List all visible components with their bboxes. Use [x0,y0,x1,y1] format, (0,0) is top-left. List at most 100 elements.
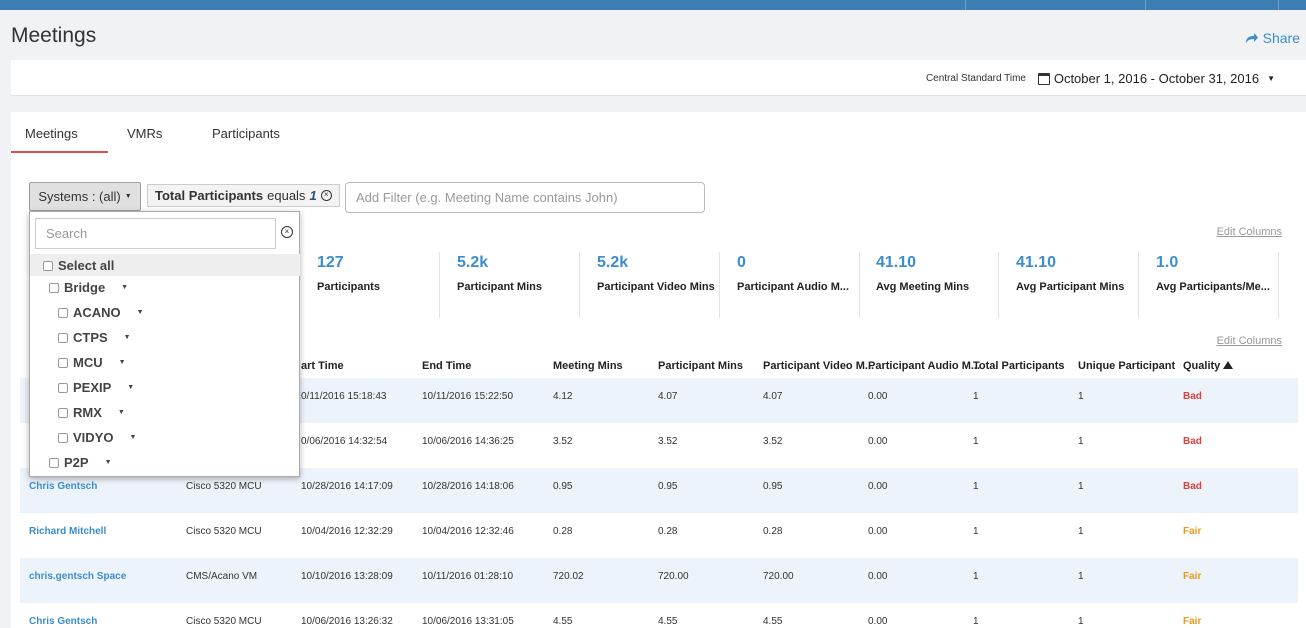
checkbox[interactable] [58,357,68,368]
option-ctps[interactable]: CTPS ▼ [58,330,131,345]
option-label: Bridge [64,280,106,295]
stat-avg-meeting-mins: 41.10 Avg Meeting Mins [859,252,999,318]
filter-chip[interactable]: Total Participants equals 1 × [147,184,340,207]
cell-audio-mins: 0.00 [868,436,888,447]
stat-value: 127 [317,254,344,271]
checkbox[interactable] [58,332,68,343]
systems-filter-button[interactable]: Systems : (all) ▼ [29,182,141,211]
option-acano[interactable]: ACANO ▼ [58,305,144,320]
filter-chip-op: equals [267,188,306,203]
cell-unique: 1 [1078,436,1084,447]
cell-start: 0/11/2016 15:18:43 [301,391,387,402]
edit-columns-link-table[interactable]: Edit Columns [1217,335,1282,347]
tab-meetings[interactable]: Meetings [25,126,78,141]
stat-value: 1.0 [1156,254,1179,271]
caret-down-icon[interactable]: ▼ [124,334,131,341]
stat-participant-mins: 5.2k Participant Mins [440,252,580,318]
tab-bar: Meetings VMRs Participants [11,112,1306,154]
cell-participant-mins: 720.00 [658,571,689,582]
cell-total: 1 [973,391,979,402]
checkbox[interactable] [58,307,68,318]
cell-participant-mins: 0.95 [658,481,678,492]
cell-unique: 1 [1078,616,1084,627]
table-row[interactable]: Chris Gentsch Cisco 5320 MCU 10/06/2016 … [20,603,1298,628]
caret-down-icon[interactable]: ▼ [118,409,125,416]
select-all-option[interactable]: Select all [43,258,114,273]
table-row[interactable]: chris.gentsch Space CMS/Acano VM 10/10/2… [20,558,1298,603]
checkbox[interactable] [58,407,68,418]
clear-search-icon[interactable]: × [281,226,293,238]
table-row[interactable]: Richard Mitchell Cisco 5320 MCU 10/04/20… [20,513,1298,558]
caret-down-icon[interactable]: ▼ [119,359,126,366]
cell-meeting-mins: 720.02 [553,571,584,582]
share-icon [1245,33,1258,43]
nav-divider [1145,0,1146,10]
cell-end: 10/11/2016 01:28:10 [422,571,514,582]
option-pexip[interactable]: PEXIP ▼ [58,380,134,395]
cell-name[interactable]: Chris Gentsch [29,616,97,627]
col-participant-video-mins[interactable]: Participant Video M... [763,360,874,372]
cell-start: 10/10/2016 13:28:09 [301,571,393,582]
edit-columns-link-stats[interactable]: Edit Columns [1217,226,1282,238]
option-vidyo[interactable]: VIDYO ▼ [58,430,136,445]
option-mcu[interactable]: MCU ▼ [58,355,126,370]
stat-label: Avg Participant Mins [1016,281,1125,293]
checkbox[interactable] [49,282,59,293]
cell-video-mins: 4.55 [763,616,783,627]
col-participant-mins[interactable]: Participant Mins [658,360,743,372]
cell-video-mins: 0.95 [763,481,783,492]
option-rmx[interactable]: RMX ▼ [58,405,125,420]
cell-name[interactable]: Richard Mitchell [29,526,106,537]
col-meeting-mins[interactable]: Meeting Mins [553,360,623,372]
select-all-row[interactable]: Select all [30,254,300,276]
option-label: PEXIP [73,380,112,395]
cell-name[interactable]: Chris Gentsch [29,481,97,492]
col-quality[interactable]: Quality [1183,360,1234,372]
stat-participant-video-mins: 5.2k Participant Video Mins [580,252,720,318]
cell-video-mins: 4.07 [763,391,783,402]
cell-audio-mins: 0.00 [868,391,888,402]
option-p2p[interactable]: P2P ▼ [49,455,112,470]
cell-total: 1 [973,481,979,492]
share-button[interactable]: Share [1245,30,1300,46]
stat-label: Participant Audio M... [737,281,850,293]
cell-name[interactable]: chris.gentsch Space [29,571,126,582]
cell-meeting-mins: 4.55 [553,616,573,627]
option-label: ACANO [73,305,121,320]
systems-search-input[interactable] [35,218,276,249]
checkbox[interactable] [58,382,68,393]
col-end-time[interactable]: End Time [422,360,471,372]
cell-video-mins: 3.52 [763,436,783,447]
cell-start: 10/28/2016 14:17:09 [301,481,393,492]
cell-meeting-mins: 4.12 [553,391,573,402]
col-total-participants[interactable]: Total Participants [973,360,1064,372]
option-label: CTPS [73,330,108,345]
sort-asc-icon [1223,361,1234,369]
tab-participants[interactable]: Participants [212,126,280,141]
checkbox[interactable] [43,260,53,271]
date-range-text: October 1, 2016 - October 31, 2016 [1053,71,1260,86]
col-participant-audio-mins[interactable]: Participant Audio M... [868,360,980,372]
stat-value: 5.2k [597,254,629,271]
checkbox[interactable] [49,457,59,468]
cell-audio-mins: 0.00 [868,571,888,582]
cell-unique: 1 [1078,481,1084,492]
add-filter-input[interactable] [345,182,705,213]
caret-down-icon[interactable]: ▼ [129,434,136,441]
caret-down-icon[interactable]: ▼ [121,284,128,291]
remove-filter-icon[interactable]: × [320,190,332,201]
col-unique-participant[interactable]: Unique Participant [1078,360,1175,372]
caret-down-icon[interactable]: ▼ [137,309,144,316]
tab-vmrs[interactable]: VMRs [127,126,162,141]
cell-end: 10/06/2016 13:31:05 [422,616,514,627]
col-start-time[interactable]: art Time [301,360,344,372]
cell-unique: 1 [1078,526,1084,537]
option-bridge[interactable]: Bridge ▼ [49,280,128,295]
col-quality-label: Quality [1183,360,1221,372]
caret-down-icon[interactable]: ▼ [127,384,134,391]
checkbox[interactable] [58,432,68,443]
date-range-picker[interactable]: October 1, 2016 - October 31, 2016 ▼ [1037,71,1275,86]
caret-down-icon[interactable]: ▼ [105,459,112,466]
cell-participant-mins: 3.52 [658,436,678,447]
option-label: MCU [73,355,103,370]
